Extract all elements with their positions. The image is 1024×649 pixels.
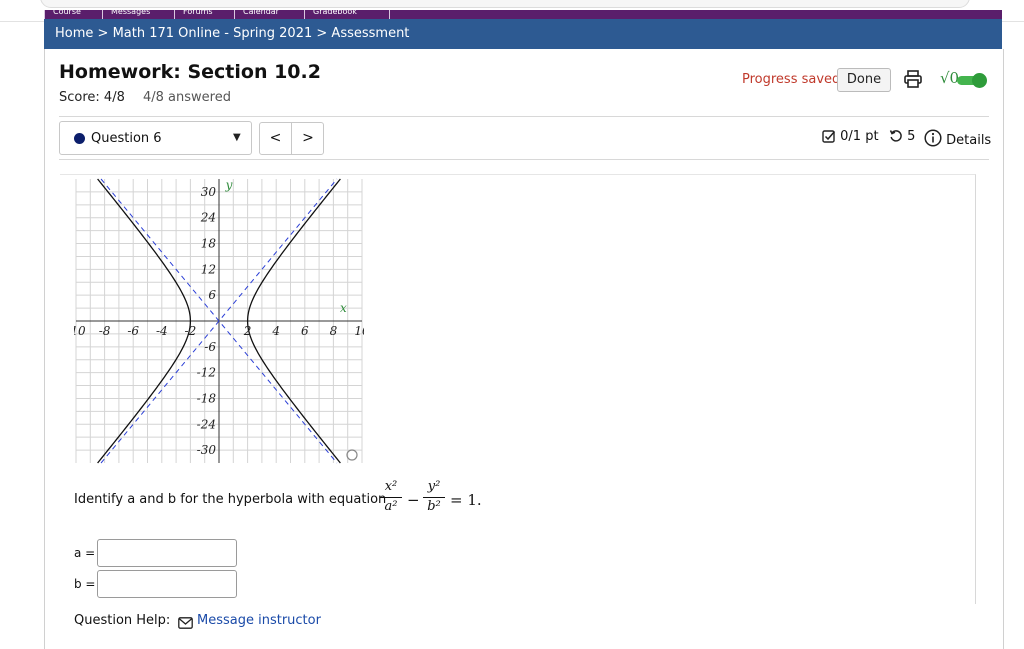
retry-icon xyxy=(889,130,902,142)
equation-fraction-2: y² b² xyxy=(423,479,445,514)
x-tick-label: 2 xyxy=(243,324,252,338)
question-prompt: Identify a and b for the hyperbola with … xyxy=(74,492,387,507)
y-axis-label: y xyxy=(225,178,233,192)
divider xyxy=(59,159,989,160)
breadcrumb-separator: > xyxy=(316,26,328,41)
graph-resize-icon xyxy=(346,449,358,461)
breadcrumb-current: Assessment xyxy=(331,26,410,41)
equation-fraction-1: x² a² xyxy=(380,479,402,514)
equation-minus: − xyxy=(407,491,420,509)
y-tick-label: -12 xyxy=(197,366,216,380)
answer-b-label: b = xyxy=(74,577,96,591)
breadcrumb-separator: > xyxy=(97,26,109,41)
y-tick-label: 6 xyxy=(208,288,216,302)
done-button[interactable]: Done xyxy=(837,68,891,92)
nav-tab-gradebook[interactable]: Gradebook xyxy=(304,10,390,19)
answered-count: 4/8 answered xyxy=(143,90,231,105)
divider xyxy=(59,116,989,117)
details-label: Details xyxy=(946,133,992,148)
info-icon xyxy=(924,129,942,147)
question-help-label: Question Help: xyxy=(74,613,171,628)
page-title: Homework: Section 10.2 xyxy=(59,61,321,83)
message-instructor-link[interactable]: Message instructor xyxy=(197,613,321,628)
y-tick-label: 12 xyxy=(201,262,216,276)
y-tick-label: 30 xyxy=(201,185,217,199)
y-tick-label: -6 xyxy=(204,340,216,354)
toggle-knob xyxy=(972,73,987,88)
nav-tab-calendar[interactable]: Calendar xyxy=(234,10,304,19)
chevron-down-icon: ▼ xyxy=(233,132,241,143)
retries-indicator: 5 xyxy=(889,129,915,144)
breadcrumb: Home > Math 171 Online - Spring 2021 > A… xyxy=(44,19,1002,49)
equation-denominator-2: b² xyxy=(427,499,441,514)
breadcrumb-home[interactable]: Home xyxy=(55,26,93,41)
retries-value: 5 xyxy=(907,129,916,144)
equation-rhs: = 1. xyxy=(450,491,482,509)
nav-tab-messages[interactable]: Messages xyxy=(102,10,174,19)
x-tick-label: -2 xyxy=(185,324,197,338)
question-pager: < > xyxy=(259,122,324,155)
answer-b-input[interactable] xyxy=(97,570,237,598)
x-tick-label: -4 xyxy=(156,324,168,338)
y-tick-label: -30 xyxy=(197,443,217,457)
graph-svg: -10-8-6-4-2246810302418126-6-12-18-24-30… xyxy=(66,178,370,464)
math-toggle[interactable] xyxy=(957,73,987,88)
fraction-bar xyxy=(423,497,445,498)
score-value: Score: 4/8 xyxy=(59,90,125,105)
x-tick-label: 4 xyxy=(271,324,280,338)
question-dropdown[interactable]: Question 6 ▼ xyxy=(59,121,252,155)
details-button[interactable]: Details xyxy=(924,129,991,148)
x-tick-label: 10 xyxy=(354,324,364,338)
equation-numerator-1: x² xyxy=(384,479,398,494)
y-tick-label: -18 xyxy=(197,391,217,405)
equation-denominator-1: a² xyxy=(384,499,398,514)
hyperbola-graph: -10-8-6-4-2246810302418126-6-12-18-24-30… xyxy=(66,175,370,467)
question-dropdown-label: Question 6 xyxy=(91,131,162,146)
x-axis-label: x xyxy=(340,301,347,315)
points-indicator: 0/1 pt xyxy=(822,129,879,144)
x-tick-label: -8 xyxy=(99,324,111,338)
question-status-dot-icon xyxy=(74,133,85,144)
answer-a-input[interactable] xyxy=(97,539,237,567)
previous-question-button[interactable]: < xyxy=(260,123,292,154)
equation-numerator-2: y² xyxy=(427,479,441,494)
points-value: 0/1 pt xyxy=(840,129,879,144)
address-bar[interactable] xyxy=(40,0,970,8)
score-line: Score: 4/8 4/8 answered xyxy=(59,90,231,105)
print-icon[interactable] xyxy=(903,69,923,89)
progress-status: Progress saved xyxy=(742,72,841,87)
nav-tab-forums[interactable]: Forums xyxy=(174,10,234,19)
y-tick-label: 18 xyxy=(201,237,217,251)
x-tick-label: 8 xyxy=(330,324,338,338)
nav-tab-course[interactable]: Course xyxy=(44,10,102,19)
x-tick-label: -10 xyxy=(74,324,86,338)
next-question-button[interactable]: > xyxy=(292,123,324,154)
mail-icon[interactable] xyxy=(178,614,193,629)
y-tick-label: 24 xyxy=(200,211,216,225)
x-tick-label: 6 xyxy=(301,324,309,338)
fraction-bar xyxy=(380,497,402,498)
x-tick-label: -6 xyxy=(127,324,139,338)
course-nav: Course Messages Forums Calendar Gradeboo… xyxy=(44,10,1002,19)
breadcrumb-course[interactable]: Math 171 Online - Spring 2021 xyxy=(113,26,313,41)
y-tick-label: -24 xyxy=(197,417,216,431)
answer-a-label: a = xyxy=(74,546,96,560)
checkbox-icon xyxy=(822,130,836,143)
